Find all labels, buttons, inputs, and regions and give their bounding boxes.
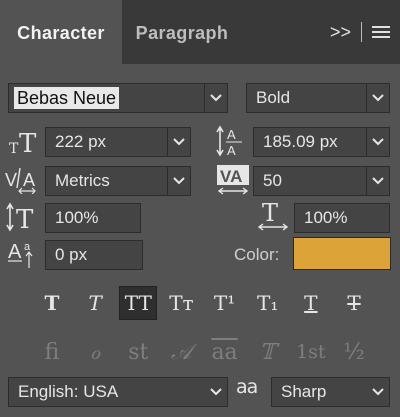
language-value: English: USA xyxy=(18,382,119,401)
font-family-dropdown[interactable]: Bebas Neue xyxy=(8,83,228,113)
antialias-dropdown[interactable]: Sharp xyxy=(271,377,390,407)
faux-italic-button[interactable]: T xyxy=(76,286,114,320)
tracking-icon[interactable]: VA xyxy=(216,164,250,196)
font-size-field[interactable]: 222 px xyxy=(45,127,191,157)
font-size-value[interactable]: 222 px xyxy=(55,132,106,152)
svg-text:T: T xyxy=(9,141,19,156)
ordinals-button[interactable]: 1st xyxy=(292,334,330,370)
chevron-down-icon[interactable] xyxy=(167,128,190,156)
kerning-dropdown[interactable]: Metrics xyxy=(45,166,191,196)
kerning-value: Metrics xyxy=(55,171,110,190)
svg-text:T: T xyxy=(19,129,37,156)
vertical-scale-field[interactable]: 100% xyxy=(45,203,141,233)
tab-paragraph[interactable]: Paragraph xyxy=(122,0,242,64)
svg-text:A: A xyxy=(227,143,236,158)
chevron-down-icon[interactable] xyxy=(366,84,389,112)
leading-value[interactable]: 185.09 px xyxy=(263,132,338,152)
baseline-shift-field[interactable]: 0 px xyxy=(45,240,143,270)
font-style-dropdown[interactable]: Bold xyxy=(246,83,390,113)
baseline-shift-icon[interactable]: A a xyxy=(8,238,42,270)
tracking-field[interactable]: 50 xyxy=(253,166,390,196)
font-size-icon[interactable]: T T xyxy=(9,128,39,156)
chevron-down-icon[interactable] xyxy=(366,167,389,195)
antialias-icon: aa xyxy=(236,376,258,398)
swash-button[interactable]: 𝒜 xyxy=(162,334,200,370)
titling-alternates-button[interactable]: 𝕋 xyxy=(249,334,287,370)
strikethrough-button[interactable]: T xyxy=(335,286,373,320)
chevron-down-icon[interactable] xyxy=(167,167,190,195)
language-dropdown[interactable]: English: USA xyxy=(8,377,228,407)
color-label: Color: xyxy=(234,245,280,264)
collapse-icon[interactable]: >> xyxy=(330,22,351,43)
svg-text:a: a xyxy=(24,241,31,253)
font-style-value: Bold xyxy=(256,88,291,107)
superscript-button[interactable]: T¹ xyxy=(206,286,244,320)
subscript-button[interactable]: T₁ xyxy=(249,286,287,320)
color-swatch[interactable] xyxy=(293,237,391,270)
menu-icon[interactable] xyxy=(372,25,390,39)
stylistic-alternates-button[interactable]: aa xyxy=(206,334,244,370)
divider xyxy=(361,22,362,42)
vertical-scale-icon[interactable]: T xyxy=(5,202,41,232)
chevron-down-icon[interactable] xyxy=(367,378,389,406)
horizontal-scale-value[interactable]: 100% xyxy=(304,208,347,228)
discretionary-ligatures-button[interactable]: ℴ xyxy=(76,334,114,370)
kerning-icon[interactable]: V A xyxy=(5,166,43,194)
svg-text:A: A xyxy=(8,241,22,263)
leading-icon[interactable]: A A xyxy=(216,124,248,158)
chevron-down-icon[interactable] xyxy=(366,128,389,156)
all-caps-button[interactable]: TT xyxy=(119,286,158,320)
svg-text:VA: VA xyxy=(220,167,242,186)
horizontal-scale-field[interactable]: 100% xyxy=(294,203,390,233)
horizontal-scale-icon[interactable]: T xyxy=(256,200,292,232)
panel-tab-bar: Character Paragraph >> xyxy=(0,0,400,64)
contextual-alternates-button[interactable]: st xyxy=(119,334,157,370)
leading-field[interactable]: 185.09 px xyxy=(253,127,390,157)
type-style-buttons: T T TT Tт T¹ T₁ T T xyxy=(33,286,373,320)
small-caps-button[interactable]: Tт xyxy=(162,286,200,320)
tab-character[interactable]: Character xyxy=(0,0,122,64)
baseline-shift-value[interactable]: 0 px xyxy=(55,245,87,265)
tracking-value[interactable]: 50 xyxy=(263,171,282,191)
svg-text:A: A xyxy=(23,170,35,190)
chevron-down-icon[interactable] xyxy=(204,84,227,112)
svg-text:V: V xyxy=(5,170,17,190)
antialias-value: Sharp xyxy=(281,382,327,401)
underline-button[interactable]: T xyxy=(292,286,330,320)
ligatures-button[interactable]: ﬁ xyxy=(33,334,71,370)
svg-text:T: T xyxy=(16,205,34,232)
svg-text:T: T xyxy=(262,200,278,227)
font-family-value[interactable]: Bebas Neue xyxy=(14,87,120,109)
panel-controls: >> xyxy=(330,22,390,42)
faux-bold-button[interactable]: T xyxy=(33,286,71,320)
vertical-scale-value[interactable]: 100% xyxy=(55,208,98,228)
opentype-buttons: ﬁ ℴ st 𝒜 aa 𝕋 1st ½ xyxy=(33,334,373,370)
fractions-button[interactable]: ½ xyxy=(335,334,373,370)
svg-text:A: A xyxy=(227,127,236,142)
chevron-down-icon[interactable] xyxy=(205,378,227,406)
